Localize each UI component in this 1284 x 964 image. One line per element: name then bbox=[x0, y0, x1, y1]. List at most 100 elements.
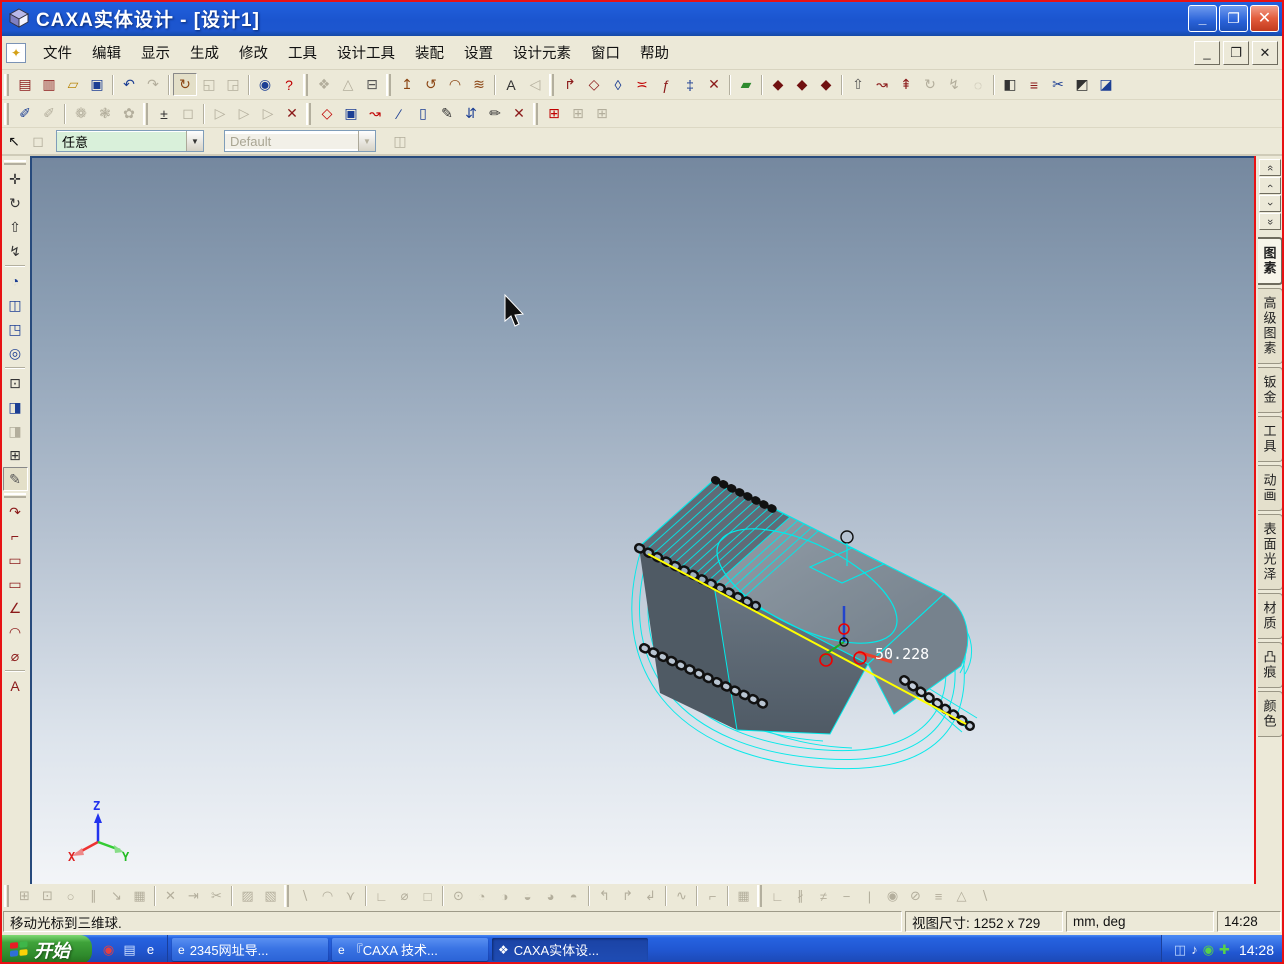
render-style2-button[interactable]: ◆ bbox=[790, 73, 814, 96]
catalog-tab-7[interactable]: 材质 bbox=[1258, 593, 1283, 639]
zoom-fit-button[interactable]: ◳ bbox=[3, 317, 28, 341]
measure-distance-button[interactable]: ▭ bbox=[3, 572, 28, 596]
wireframe-toggle-button[interactable]: ✎ bbox=[3, 467, 28, 491]
tab-scroll-last-button[interactable]: » bbox=[1259, 213, 1281, 230]
multi-view-button[interactable]: ⊞ bbox=[3, 443, 28, 467]
render-style3-button[interactable]: ◆ bbox=[814, 73, 838, 96]
taskbar-task-2[interactable]: e『CAXA 技术... bbox=[332, 938, 488, 961]
boolean-cube-button[interactable]: ◧ bbox=[998, 73, 1022, 96]
toolbar-grip[interactable] bbox=[306, 103, 311, 125]
catalog-tab-3[interactable]: 钣金 bbox=[1258, 367, 1283, 413]
cancel-sketch-button[interactable]: ✕ bbox=[702, 73, 726, 96]
selection-filter-combo[interactable]: 任意 ▼ bbox=[56, 130, 204, 152]
tray-antivirus-icon[interactable]: ✚ bbox=[1219, 942, 1230, 958]
extrude-feature-button[interactable]: ⇧ bbox=[846, 73, 870, 96]
mdi-restore-button[interactable]: ❐ bbox=[1223, 41, 1249, 65]
mirror-plane-button[interactable]: ⇵ bbox=[459, 102, 483, 125]
stack-feature-button[interactable]: ≡ bbox=[1022, 73, 1046, 96]
zoom-button[interactable]: ◔ bbox=[3, 269, 28, 293]
pan-view-button[interactable]: ✛ bbox=[3, 167, 28, 191]
tray-shield-icon[interactable]: ◉ bbox=[1203, 942, 1214, 958]
quick-launch-media-icon[interactable]: ▤ bbox=[121, 941, 138, 958]
function-curve-button[interactable]: ƒ bbox=[654, 73, 678, 96]
measure-diameter-button[interactable]: ⌀ bbox=[3, 644, 28, 668]
bom-table-button[interactable]: ⊞ bbox=[542, 102, 566, 125]
shell-tool-button[interactable]: ≋ bbox=[467, 73, 491, 96]
taskbar-task-3[interactable]: ❖CAXA实体设... bbox=[492, 938, 648, 961]
measure-radius-button[interactable]: ◠ bbox=[3, 620, 28, 644]
menu-item-1[interactable]: 文件 bbox=[34, 38, 81, 67]
taskbar-task-1[interactable]: e2345网址导... bbox=[172, 938, 328, 961]
sketch-plane-button[interactable]: ◊ bbox=[606, 73, 630, 96]
fly-view-button[interactable]: ↯ bbox=[3, 239, 28, 263]
menu-item-9[interactable]: 设置 bbox=[455, 38, 502, 67]
zoom-target-button[interactable]: ◎ bbox=[3, 341, 28, 365]
toolbar-grip[interactable] bbox=[303, 74, 308, 96]
split-part-button[interactable]: ✂ bbox=[1046, 73, 1070, 96]
new-design-button[interactable]: ▤ bbox=[13, 73, 37, 96]
mdi-minimize-button[interactable]: _ bbox=[1194, 41, 1220, 65]
toolbar-grip[interactable] bbox=[386, 74, 391, 96]
catalog-tab-6[interactable]: 表面光泽 bbox=[1258, 514, 1283, 590]
tab-scroll-next-button[interactable]: › bbox=[1259, 195, 1281, 212]
display-mode-button[interactable]: ⊡ bbox=[3, 371, 28, 395]
3d-model[interactable] bbox=[32, 158, 1254, 884]
measure-corner-button[interactable]: ⌐ bbox=[3, 524, 28, 548]
curve-tool-button[interactable]: ◠ bbox=[443, 73, 467, 96]
annotation-button[interactable]: A bbox=[3, 674, 28, 698]
catalog-tab-1[interactable]: 图素 bbox=[1258, 237, 1283, 285]
catalog-tab-9[interactable]: 颜色 bbox=[1258, 691, 1283, 737]
plusminus-part-button[interactable]: ± bbox=[152, 102, 176, 125]
curve-3d-button[interactable]: ↝ bbox=[363, 102, 387, 125]
menu-item-5[interactable]: 修改 bbox=[230, 38, 277, 67]
catalog-tab-5[interactable]: 动画 bbox=[1258, 465, 1283, 511]
toolbar-grip[interactable] bbox=[549, 74, 554, 96]
tray-network-icon[interactable]: ◫ bbox=[1174, 942, 1186, 958]
menu-item-8[interactable]: 装配 bbox=[406, 38, 453, 67]
surface-patch-button[interactable]: ▰ bbox=[734, 73, 758, 96]
loft-feature-button[interactable]: ⇞ bbox=[894, 73, 918, 96]
catalog-tab-8[interactable]: 凸痕 bbox=[1258, 642, 1283, 688]
edit-solid-button[interactable]: ✎ bbox=[435, 102, 459, 125]
toolbar-grip[interactable] bbox=[143, 103, 148, 125]
new-drawing-button[interactable]: ▥ bbox=[37, 73, 61, 96]
menu-item-12[interactable]: 帮助 bbox=[631, 38, 678, 67]
hatch-cube-button[interactable]: ◩ bbox=[1070, 73, 1094, 96]
measure-angle-button[interactable]: ∠ bbox=[3, 596, 28, 620]
toolbar-grip[interactable] bbox=[284, 885, 289, 907]
menu-item-4[interactable]: 生成 bbox=[181, 38, 228, 67]
text-tool-button[interactable]: A bbox=[499, 73, 523, 96]
menu-item-10[interactable]: 设计元素 bbox=[504, 38, 580, 67]
toolbar-grip[interactable] bbox=[4, 885, 9, 907]
menu-item-3[interactable]: 显示 bbox=[132, 38, 179, 67]
close-button[interactable]: ✕ bbox=[1250, 5, 1279, 32]
eyedropper-button[interactable]: ✐ bbox=[13, 102, 37, 125]
menu-item-11[interactable]: 窗口 bbox=[582, 38, 629, 67]
maximize-restore-button[interactable]: ❐ bbox=[1219, 5, 1248, 32]
smart-dimension-button[interactable]: ‡ bbox=[678, 73, 702, 96]
catalog-tab-4[interactable]: 工具 bbox=[1258, 416, 1283, 462]
rotate-orbit-button[interactable]: ↻ bbox=[3, 191, 28, 215]
chevron-down-icon[interactable]: ▼ bbox=[186, 131, 203, 151]
quick-launch-ie-icon[interactable]: e bbox=[142, 941, 159, 958]
raise-part-button[interactable]: ↥ bbox=[395, 73, 419, 96]
walk-view-button[interactable]: ⇧ bbox=[3, 215, 28, 239]
measure-length-button[interactable]: ▭ bbox=[3, 548, 28, 572]
open-button[interactable]: ▱ bbox=[61, 73, 85, 96]
camera-view-button[interactable]: ◨ bbox=[3, 395, 28, 419]
section-view-button[interactable]: ▯ bbox=[411, 102, 435, 125]
erase-style-button[interactable]: ✕ bbox=[280, 102, 304, 125]
toolbar-grip[interactable] bbox=[4, 74, 9, 96]
menu-item-6[interactable]: 工具 bbox=[279, 38, 326, 67]
delete-feature-button[interactable]: ✕ bbox=[507, 102, 531, 125]
extract-plane-button[interactable]: ∕ bbox=[387, 102, 411, 125]
edit-cylinder-button[interactable]: ✏ bbox=[483, 102, 507, 125]
tab-scroll-first-button[interactable]: « bbox=[1259, 159, 1281, 176]
polygon-sketch-button[interactable]: ◇ bbox=[315, 102, 339, 125]
catalog-tab-2[interactable]: 高级图素 bbox=[1258, 288, 1283, 364]
toolbar-grip[interactable] bbox=[4, 103, 9, 125]
undo-button[interactable]: ↶ bbox=[117, 73, 141, 96]
rotate-view-button[interactable]: ↻ bbox=[173, 73, 197, 96]
smart-motion-button[interactable]: ↺ bbox=[419, 73, 443, 96]
toolbar-grip[interactable] bbox=[533, 103, 538, 125]
